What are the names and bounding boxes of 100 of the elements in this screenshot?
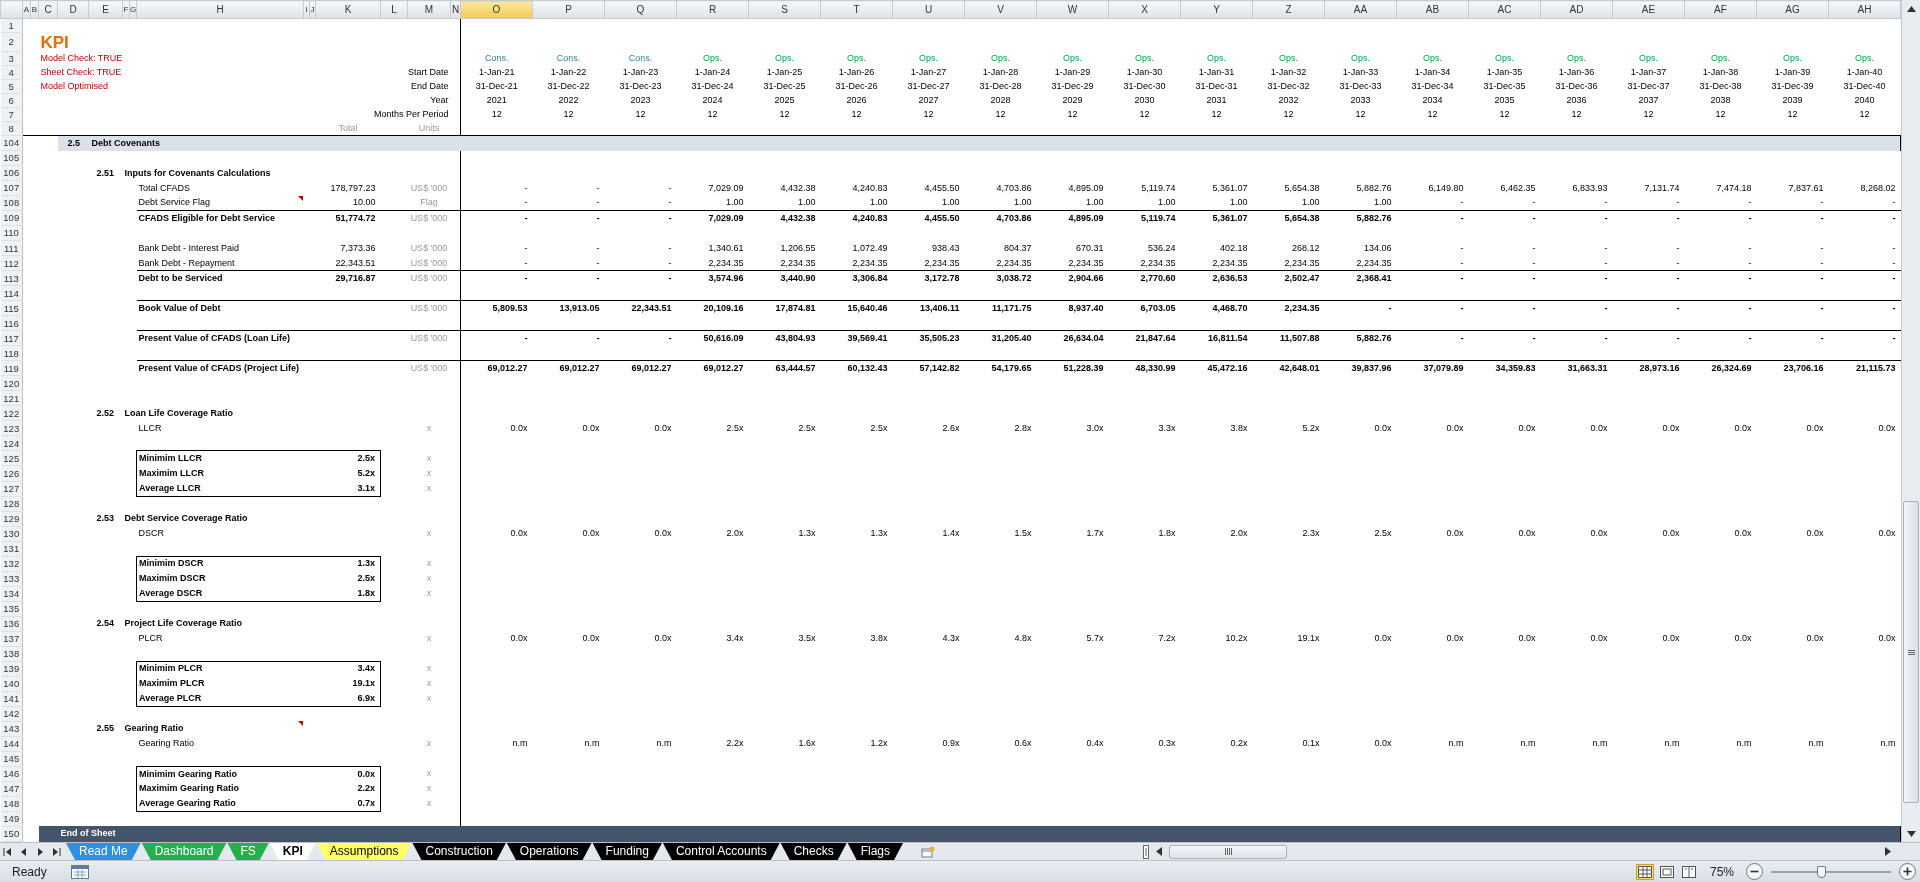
ratio-value: 0.1x <box>1301 737 1321 751</box>
summary-value: 19.1x <box>315 676 381 692</box>
split-handle-icon[interactable] <box>1143 844 1149 859</box>
amount-value: - <box>1468 210 1541 226</box>
amount-value: 39,569.41 <box>820 330 893 346</box>
column-header[interactable]: P <box>532 0 605 19</box>
sheet-tab[interactable]: Operations <box>506 843 592 860</box>
row-label: End Date <box>409 80 450 94</box>
column-header[interactable]: A <box>22 0 31 19</box>
amount-value: 50,616.09 <box>676 330 749 346</box>
scrollbar-thumb[interactable] <box>1903 501 1919 803</box>
amount-value: 2,234.35 <box>892 255 965 271</box>
column-header[interactable]: H <box>136 0 304 19</box>
zoom-level: 75% <box>1709 863 1734 881</box>
scroll-left-icon[interactable] <box>1156 847 1162 856</box>
column-header[interactable]: AA <box>1324 0 1397 19</box>
row-number[interactable]: 2 <box>0 32 23 52</box>
amount-value: - <box>532 255 605 271</box>
amount-value: - <box>604 270 677 286</box>
amount-value: 22,343.51 <box>604 300 677 316</box>
column-header[interactable]: N <box>450 0 461 19</box>
column-header[interactable]: K <box>315 0 381 19</box>
column-header[interactable]: F <box>122 0 130 19</box>
column-header[interactable]: V <box>964 0 1037 19</box>
next-sheet-icon[interactable] <box>35 846 45 857</box>
sheet-tab[interactable]: KPI <box>269 843 316 860</box>
column-header[interactable]: R <box>676 0 749 19</box>
zoom-in-icon[interactable] <box>1899 863 1916 880</box>
period-year: 2037 <box>1637 94 1660 108</box>
amount-value: 2,502.47 <box>1252 270 1325 286</box>
scroll-up-icon[interactable] <box>1906 5 1916 12</box>
column-header[interactable]: AD <box>1540 0 1613 19</box>
total-value: 29,716.87 <box>315 270 381 286</box>
ratio-value: 3.8x <box>869 632 889 646</box>
sheet-tab[interactable]: Flags <box>847 843 903 860</box>
column-header[interactable]: W <box>1036 0 1109 19</box>
column-header[interactable]: X <box>1108 0 1181 19</box>
slider-thumb[interactable] <box>1817 865 1827 878</box>
amount-value: 13,913.05 <box>532 300 605 316</box>
sheet-tab[interactable]: Construction <box>412 843 506 860</box>
amount-value: 48,330.99 <box>1108 360 1181 376</box>
ratio-value: 3.0x <box>1085 421 1105 435</box>
column-header[interactable]: U <box>892 0 965 19</box>
column-header[interactable]: Z <box>1252 0 1325 19</box>
amount-value: 11,171.75 <box>964 300 1037 316</box>
ratio-value: 0.0x <box>1733 421 1753 435</box>
phase-label: Ops. <box>1710 52 1731 66</box>
column-header[interactable]: G <box>129 0 137 19</box>
amount-value: 15,640.46 <box>820 300 893 316</box>
column-header[interactable]: T <box>820 0 893 19</box>
previous-sheet-icon[interactable] <box>19 846 29 857</box>
column-header[interactable]: E <box>88 0 123 19</box>
column-header[interactable]: D <box>57 0 89 19</box>
period-months: 12 <box>1138 108 1151 122</box>
sheet-tab[interactable]: Control Accounts <box>662 843 780 860</box>
column-header[interactable]: L <box>380 0 408 19</box>
ratio-value: 0.0x <box>581 527 601 541</box>
first-sheet-icon[interactable] <box>3 846 13 857</box>
sheet-tab[interactable]: Funding <box>592 843 662 860</box>
period-end-date: 31-Dec-35 <box>1482 80 1527 94</box>
amount-value: 16,811.54 <box>1180 330 1253 346</box>
amount-value: 4,432.38 <box>748 210 821 226</box>
column-header[interactable]: M <box>407 0 451 19</box>
scroll-down-icon[interactable] <box>1906 830 1916 837</box>
summary-value: 3.4x <box>315 661 381 677</box>
phase-label: Ops. <box>1062 52 1083 66</box>
ratio-value: 0.0x <box>1877 527 1897 541</box>
ratio-value: 0.0x <box>1661 632 1681 646</box>
subsection-number: 2.51 <box>95 166 116 180</box>
phase-label: Ops. <box>846 52 867 66</box>
unit-label: x <box>425 421 433 435</box>
column-header[interactable]: Y <box>1180 0 1253 19</box>
macro-record-icon[interactable] <box>70 864 89 879</box>
scroll-right-icon[interactable] <box>1885 847 1891 856</box>
column-header[interactable]: O <box>460 0 533 19</box>
amount-value: 5,882.76 <box>1324 330 1397 346</box>
column-header[interactable]: AF <box>1684 0 1757 19</box>
ratio-value: 0.0x <box>1373 632 1393 646</box>
sheet-tab[interactable]: Checks <box>780 843 847 860</box>
column-header[interactable]: Q <box>604 0 677 19</box>
scrollbar-thumb[interactable] <box>1169 844 1287 859</box>
last-sheet-icon[interactable] <box>51 846 61 857</box>
ratio-value: 1.7x <box>1085 527 1105 541</box>
zoom-slider[interactable] <box>1771 864 1891 879</box>
column-header[interactable]: I <box>303 0 310 19</box>
period-months: 12 <box>1858 108 1871 122</box>
column-header[interactable]: AB <box>1396 0 1469 19</box>
column-header[interactable]: AG <box>1756 0 1829 19</box>
zoom-out-icon[interactable] <box>1746 863 1763 880</box>
end-of-sheet-banner: End of Sheet <box>38 826 1901 842</box>
column-header[interactable]: AE <box>1612 0 1685 19</box>
period-months: 12 <box>1714 108 1727 122</box>
column-header[interactable]: AH <box>1828 0 1901 19</box>
column-header[interactable]: AC <box>1468 0 1541 19</box>
column-header[interactable]: S <box>748 0 821 19</box>
sheet-tab[interactable]: Assumptions <box>316 843 412 860</box>
unit-label: US$ '000 <box>407 330 451 346</box>
column-header[interactable]: J <box>309 0 316 19</box>
column-header[interactable]: B <box>30 0 39 19</box>
insert-sheet-icon[interactable] <box>921 845 935 858</box>
